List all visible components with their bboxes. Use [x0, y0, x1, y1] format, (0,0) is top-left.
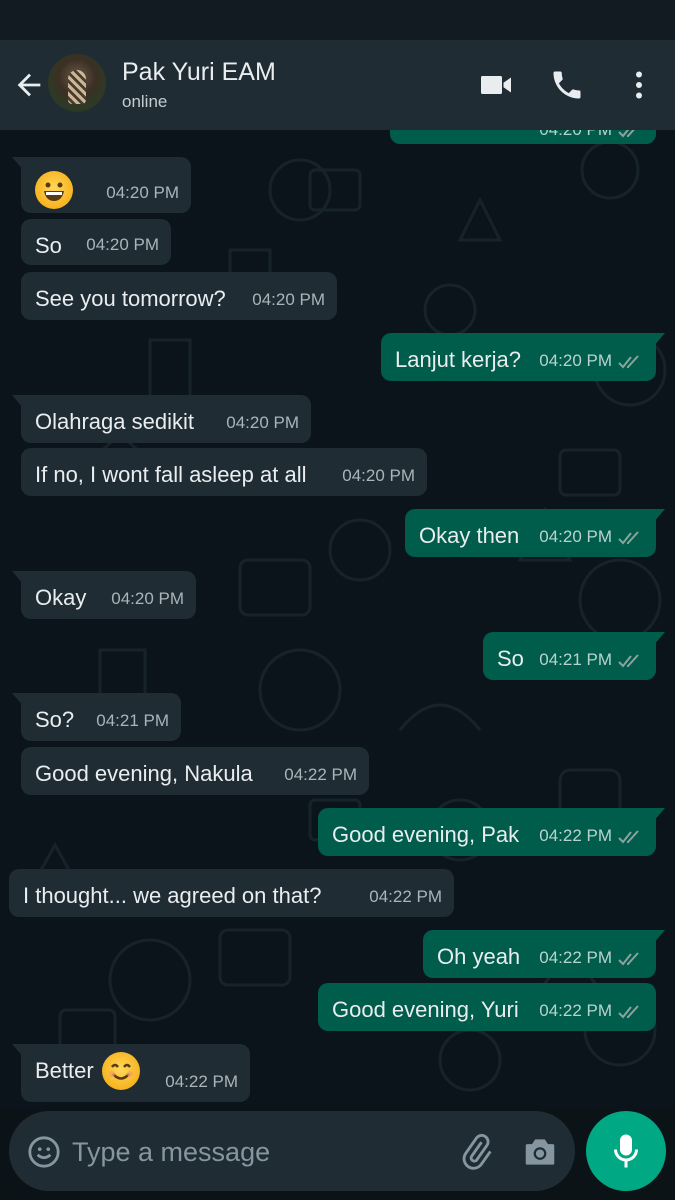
- incoming-message[interactable]: So? 04:21 PM: [12, 693, 181, 741]
- message-text: I thought... we agreed on that?: [23, 883, 322, 908]
- message-text: Better: [35, 1058, 94, 1083]
- contact-status: online: [122, 92, 168, 111]
- message-text: Lanjut kerja?: [395, 347, 521, 372]
- read-receipt-icon: [618, 830, 639, 844]
- message-time: 04:20 PM: [111, 589, 184, 608]
- grinning-face-icon: [35, 171, 73, 209]
- message-time: 04:20 PM: [539, 527, 612, 546]
- message-text: See you tomorrow?: [35, 286, 226, 311]
- message-text: Olahraga sedikit: [35, 409, 194, 434]
- outgoing-message[interactable]: Good evening, Yuri 04:22 PM: [318, 983, 656, 1031]
- outgoing-message[interactable]: So 04:21 PM: [483, 632, 665, 680]
- message-time: 04:21 PM: [96, 711, 169, 730]
- chat-header: Pak Yuri EAM online: [0, 40, 675, 130]
- message-time: 04:20 PM: [106, 183, 179, 202]
- voice-message-button[interactable]: [586, 1111, 666, 1191]
- message-text: So: [497, 646, 524, 671]
- incoming-message[interactable]: Olahraga sedikit 04:20 PM: [12, 395, 311, 443]
- message-input-bar[interactable]: Type a message: [9, 1111, 575, 1191]
- bubble-tail: [653, 808, 665, 822]
- bubble-tail: [12, 395, 24, 409]
- more-options-icon[interactable]: [621, 67, 657, 103]
- bubble-tail: [653, 930, 665, 944]
- message-text: Good evening, Nakula: [35, 761, 253, 786]
- read-receipt-icon: [618, 654, 639, 668]
- camera-icon[interactable]: [521, 1133, 559, 1171]
- bubble-tail: [12, 693, 24, 707]
- message-text: So: [35, 233, 62, 258]
- read-receipt-icon: [618, 952, 639, 966]
- incoming-message[interactable]: 04:20 PM: [12, 157, 191, 213]
- message-time: 04:20 PM: [226, 413, 299, 432]
- message-text: Okay then: [419, 523, 520, 548]
- message-time: 04:22 PM: [539, 948, 612, 967]
- message-time: 04:22 PM: [165, 1072, 238, 1091]
- message-time: 04:22 PM: [539, 1001, 612, 1020]
- read-receipt-icon: [618, 355, 639, 369]
- partial-outgoing-bubble[interactable]: 04:20 PM: [390, 130, 656, 144]
- message-text: Good evening, Pak: [332, 822, 520, 847]
- smiling-face-icon: [101, 1052, 140, 1090]
- chat-area[interactable]: 04:20 PM 04:20 PMSo04:20 PMSee you tomor…: [0, 130, 675, 1110]
- microphone-icon: [614, 1134, 638, 1168]
- bubble-tail: [12, 571, 24, 585]
- incoming-message[interactable]: Good evening, Nakula 04:22 PM: [21, 747, 369, 795]
- emoji-icon[interactable]: [27, 1135, 61, 1169]
- message-text: So?: [35, 707, 75, 732]
- message-text: If no, I wont fall asleep at all: [35, 462, 307, 487]
- message-time: 04:22 PM: [284, 765, 357, 784]
- read-receipt-icon: [618, 1005, 639, 1019]
- message-text: Oh yeah: [437, 944, 521, 969]
- incoming-message[interactable]: See you tomorrow? 04:20 PM: [21, 272, 337, 320]
- incoming-message[interactable]: Okay 04:20 PM: [12, 571, 196, 619]
- message-text: Okay: [35, 585, 87, 610]
- message-time: 04:20 PM: [539, 130, 612, 140]
- outgoing-message[interactable]: Oh yeah 04:22 PM: [423, 930, 665, 978]
- contact-name[interactable]: Pak Yuri EAM: [122, 58, 276, 87]
- message-input[interactable]: Type a message: [72, 1137, 270, 1168]
- bubble-tail: [653, 509, 665, 523]
- message-text: Good evening, Yuri: [332, 997, 519, 1022]
- read-receipt-icon: [618, 130, 635, 138]
- message-time: 04:22 PM: [369, 887, 442, 906]
- bubble-tail: [653, 632, 665, 646]
- attach-paperclip-icon[interactable]: [457, 1133, 495, 1171]
- message-time: 04:20 PM: [86, 235, 159, 254]
- message-time: 04:21 PM: [539, 650, 612, 669]
- incoming-message[interactable]: Better 04:22 PM: [12, 1044, 250, 1102]
- message-time: 04:22 PM: [539, 826, 612, 845]
- message-time: 04:20 PM: [342, 466, 415, 485]
- outgoing-message[interactable]: Lanjut kerja? 04:20 PM: [381, 333, 665, 381]
- bubble-tail: [12, 1044, 24, 1058]
- read-receipt-icon: [618, 531, 639, 545]
- message-time: 04:20 PM: [252, 290, 325, 309]
- voice-call-icon[interactable]: [549, 67, 585, 103]
- status-bar: [0, 0, 675, 40]
- contact-avatar[interactable]: [48, 54, 106, 112]
- outgoing-message[interactable]: Okay then 04:20 PM: [405, 509, 665, 557]
- bubble-tail: [653, 333, 665, 347]
- incoming-message[interactable]: I thought... we agreed on that? 04:22 PM: [9, 869, 454, 917]
- message-time: 04:20 PM: [539, 351, 612, 370]
- bubble-tail: [12, 157, 24, 171]
- outgoing-message[interactable]: Good evening, Pak 04:22 PM: [318, 808, 665, 856]
- back-arrow-icon[interactable]: [12, 68, 46, 102]
- video-call-icon[interactable]: [478, 67, 514, 103]
- incoming-message[interactable]: So 04:20 PM: [21, 219, 171, 265]
- incoming-message[interactable]: If no, I wont fall asleep at all 04:20 PM: [21, 448, 427, 496]
